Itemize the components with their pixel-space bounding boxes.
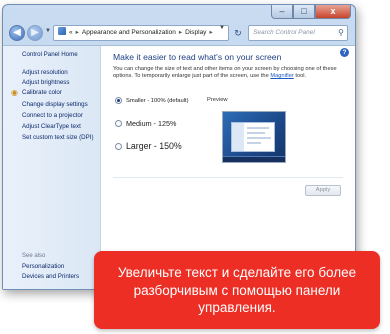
option-medium[interactable]: Medium - 125% [115, 119, 176, 128]
page-title: Make it easier to read what's on your sc… [113, 52, 282, 62]
preview-line [247, 132, 265, 134]
sidebar-item-calibrate-color[interactable]: Calibrate color [22, 89, 62, 96]
preview-sidebar [232, 123, 244, 151]
window-controls: – □ x [271, 5, 351, 19]
breadcrumb-separator: ▸ [178, 29, 183, 36]
sidebar-item-adjust-cleartype[interactable]: Adjust ClearType text [22, 123, 81, 130]
divider [113, 177, 343, 178]
task-sidebar: Control Panel Home Adjust resolution Adj… [3, 46, 101, 289]
option-smaller[interactable]: Smaller - 100% (default) [115, 97, 189, 104]
forward-arrow-icon[interactable]: ▶ [27, 25, 43, 41]
shield-icon: ◉ [11, 88, 18, 97]
see-also-heading: See also [22, 253, 46, 259]
control-panel-window: – □ x ◀ ▶ ▼ «▸ Appearance and Personaliza… [2, 4, 356, 290]
radio-smaller[interactable] [115, 97, 122, 104]
sidebar-item-personalization[interactable]: Personalization [22, 263, 64, 270]
magnifier-icon[interactable]: ⚲ [338, 26, 344, 40]
magnifier-link[interactable]: Magnifier [270, 73, 293, 79]
page-description: You can change the size of text and othe… [113, 66, 345, 80]
minimize-button[interactable]: – [271, 5, 293, 19]
preview-line [247, 127, 269, 129]
refresh-icon[interactable]: ↻ [231, 25, 245, 41]
preview-line [247, 137, 271, 139]
preview-taskbar [223, 156, 285, 162]
help-icon[interactable]: ? [340, 48, 349, 57]
search-placeholder: Search Control Panel [253, 29, 315, 36]
callout-line-1: Увеличьте текст и сделайте его более [117, 265, 357, 280]
address-bar[interactable]: «▸ Appearance and Personalization ▸ Display… [53, 25, 229, 41]
sidebar-item-devices-printers[interactable]: Devices and Printers [22, 273, 79, 280]
instruction-callout: Увеличьте текст и сделайте его более раз… [94, 251, 380, 329]
breadcrumb-separator: ▸ [75, 29, 79, 36]
preview-label: Preview [207, 97, 228, 103]
sidebar-item-connect-projector[interactable]: Connect to a projector [22, 112, 83, 119]
option-smaller-label: Smaller - 100% (default) [126, 97, 189, 104]
callout-line-3: управления. [198, 300, 276, 315]
search-input[interactable]: Search Control Panel ⚲ [248, 25, 348, 41]
maximize-button[interactable]: □ [293, 5, 315, 19]
option-larger[interactable]: Larger - 150% [115, 141, 182, 151]
option-larger-label: Larger - 150% [126, 141, 182, 151]
preview-image [222, 111, 286, 163]
breadcrumb-appearance[interactable]: Appearance and Personalization [82, 29, 176, 36]
radio-larger[interactable] [115, 142, 122, 150]
sidebar-item-adjust-resolution[interactable]: Adjust resolution [22, 69, 68, 76]
back-arrow-icon[interactable]: ◀ [9, 25, 25, 41]
sidebar-item-custom-text-size[interactable]: Set custom text size (DPI) [22, 134, 94, 141]
title-bar: – □ x [3, 5, 355, 22]
preview-window-thumbnail [231, 122, 275, 152]
breadcrumb-display[interactable]: Display [185, 29, 206, 36]
sidebar-item-change-display-settings[interactable]: Change display settings [22, 101, 88, 108]
control-panel-icon [58, 27, 66, 35]
sidebar-item-adjust-brightness[interactable]: Adjust brightness [22, 79, 69, 86]
callout-line-2: разборчивым с помощью панели [133, 282, 341, 298]
preview-line [247, 142, 261, 144]
close-button[interactable]: x [315, 5, 351, 19]
radio-medium[interactable] [115, 120, 122, 127]
navigation-bar: ◀ ▶ ▼ «▸ Appearance and Personalization ▸ D… [3, 23, 355, 43]
description-tail: tool. [295, 73, 307, 79]
address-prefix: « [69, 29, 73, 36]
sidebar-item-control-panel-home[interactable]: Control Panel Home [22, 51, 78, 58]
address-dropdown-icon[interactable]: ▼ [219, 25, 225, 31]
breadcrumb-separator: ▸ [209, 29, 213, 36]
option-medium-label: Medium - 125% [126, 119, 177, 128]
apply-button[interactable]: Apply [305, 185, 341, 196]
recent-pages-dropdown-icon[interactable]: ▼ [45, 28, 51, 34]
